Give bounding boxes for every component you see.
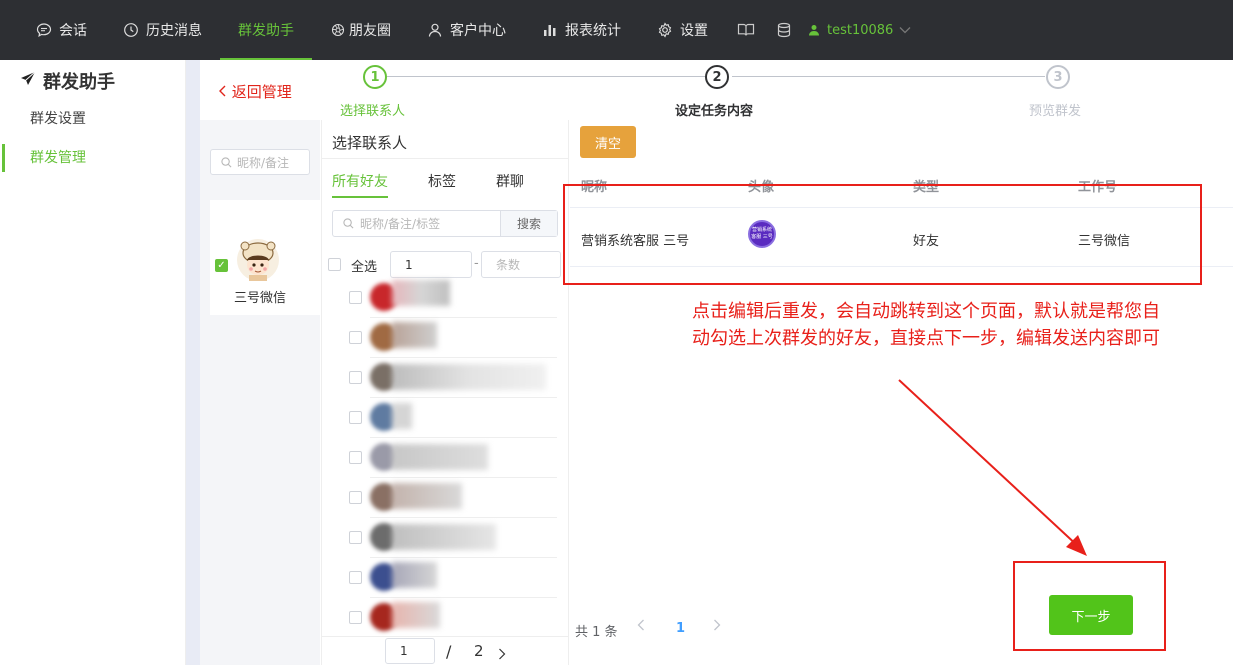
page-number[interactable]: 1 bbox=[676, 621, 685, 636]
total-count: 共 1 条 bbox=[575, 625, 618, 640]
chevron-left-icon[interactable] bbox=[637, 619, 645, 635]
chevron-right-icon[interactable] bbox=[713, 619, 721, 635]
next-step-button[interactable]: 下一步 bbox=[1049, 595, 1133, 635]
